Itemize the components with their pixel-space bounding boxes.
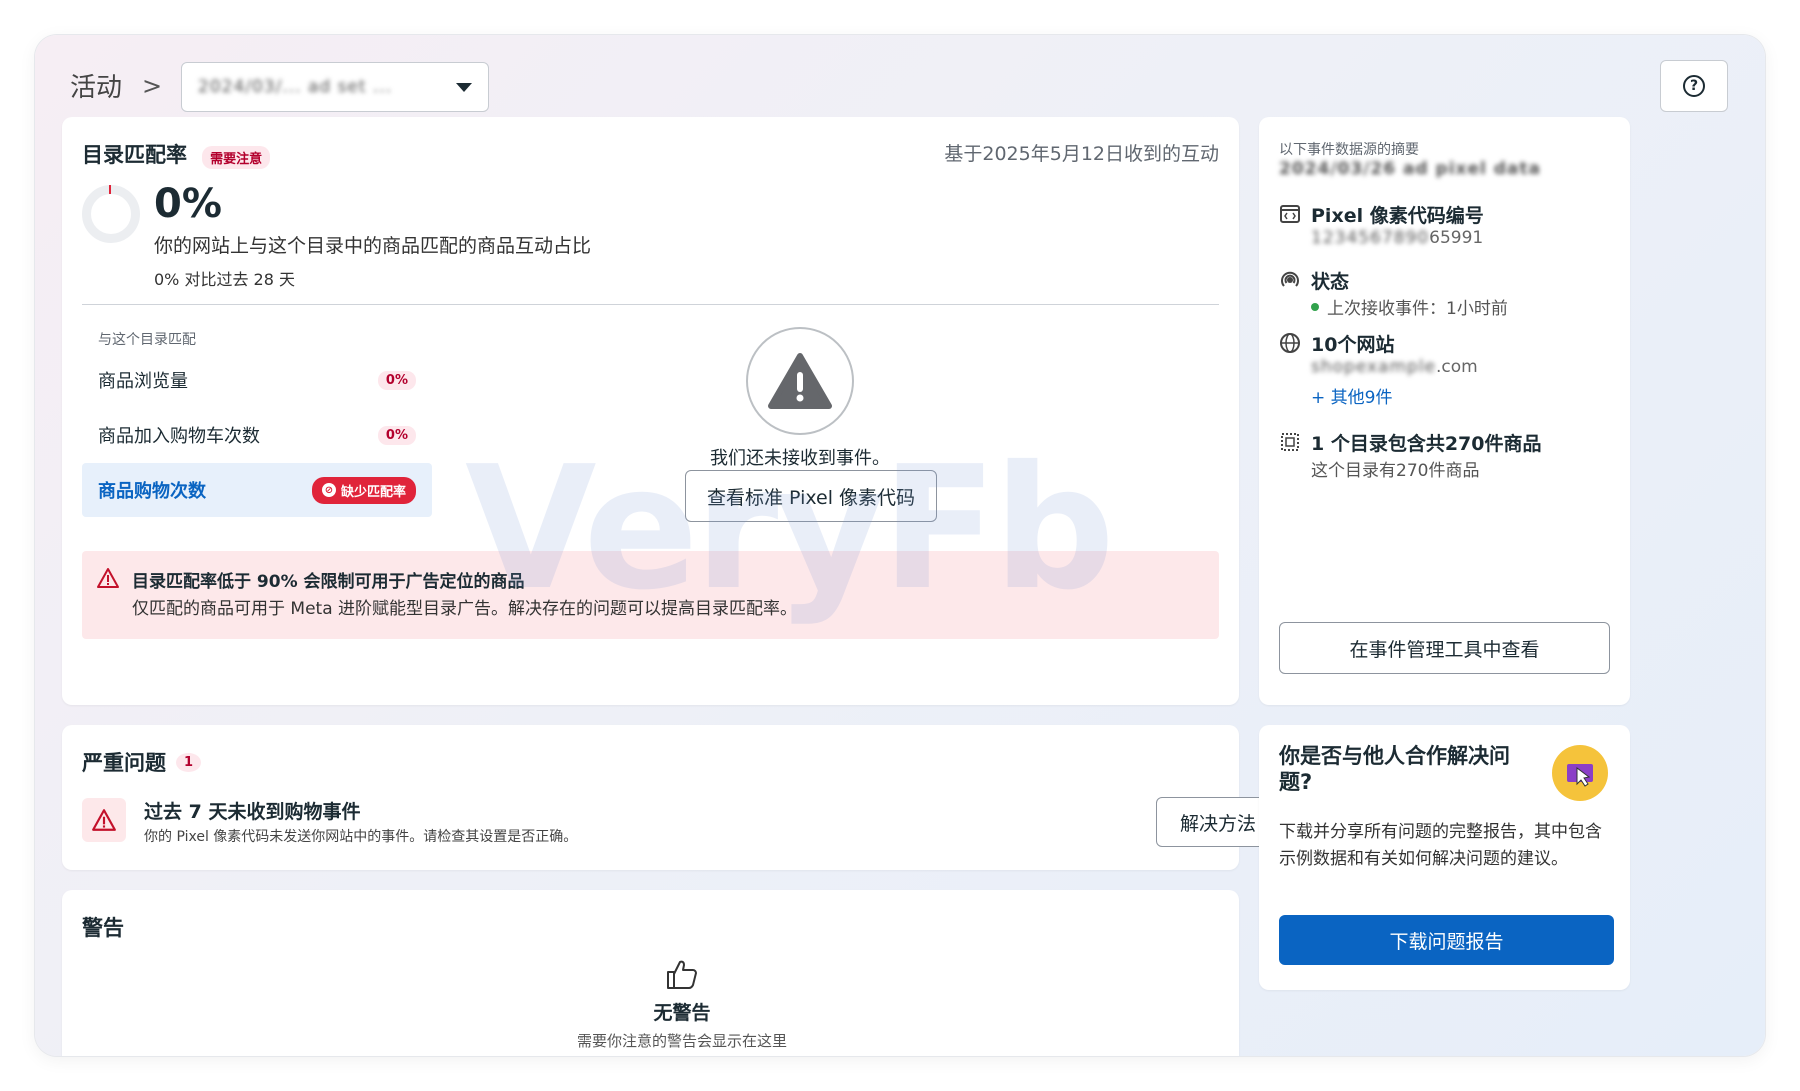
dropdown-value: 2024/03/... ad set ... [198,77,393,97]
issue-icon-box [82,798,126,842]
help-button[interactable]: ? [1660,60,1728,112]
thumbs-up-icon [667,960,697,989]
alert-body: 仅匹配的商品可用于 Meta 进阶赋能型目录广告。解决存在的问题可以提高目录匹配… [132,599,798,619]
caret-down-icon [456,82,472,92]
help-circle-icon: ? [1683,75,1705,97]
download-report-button[interactable]: 下载问题报告 [1279,915,1614,965]
data-source-dropdown[interactable]: 2024/03/... ad set ... [181,62,489,112]
metric-label: 商品加入购物车次数 [98,426,260,447]
pixel-id-title: Pixel 像素代码编号 [1311,205,1484,227]
no-events-text: 我们还未接收到事件。 [710,448,890,469]
signal-icon [1281,271,1299,287]
warning-triangle-icon [768,353,832,409]
warnings-title: 警告 [82,916,124,940]
issues-title-row: 严重问题 1 [82,747,202,777]
metric-badge: 缺少匹配率 [340,484,406,500]
summary-card: 以下事件数据源的摘要 2024/03/26 ad pixel data Pixe… [1259,117,1630,705]
based-on-date: 基于2025年5月12日收到的互动 [944,143,1219,165]
alert-title: 目录匹配率低于 90% 会限制可用于广告定位的商品 [132,572,525,592]
card-title-row: 目录匹配率 需要注意 [82,139,271,169]
match-rate-ring [82,185,140,243]
catalog-grid-icon [1281,433,1299,451]
globe-icon [1280,333,1300,353]
source-name: 2024/03/26 ad pixel data [1279,159,1541,179]
metric-badge: 0% [377,425,416,445]
metric-row-purchases[interactable]: 商品购物次数 ⊘ 缺少匹配率 [82,463,432,517]
events-manager-button[interactable]: 在事件管理工具中查看 [1279,622,1610,674]
collaboration-card: 你是否与他人合作解决问题? 下载并分享所有问题的完整报告，其中包含示例数据和有关… [1259,725,1630,990]
warnings-card: 警告 无警告 需要你注意的警告会显示在这里 [62,890,1239,1056]
metric-label: 商品购物次数 [98,481,206,502]
attention-badge: 需要注意 [202,146,271,169]
critical-issues-card: 严重问题 1 过去 7 天未收到购物事件 你的 Pixel 像素代码未发送你网站… [62,725,1280,870]
status-title: 状态 [1311,271,1350,293]
pixel-id-hidden: 1234567890 [1311,228,1430,248]
missing-match-badge: ⊘ 缺少匹配率 [311,476,416,504]
no-warnings-sub: 需要你注意的警告会显示在这里 [576,1032,787,1050]
issues-title: 严重问题 [82,751,166,775]
catalog-match-card: 目录匹配率 需要注意 基于2025年5月12日收到的互动 0% 你的网站上与这个… [62,117,1239,705]
collaboration-icon [1552,745,1608,801]
issue-title: 过去 7 天未收到购物事件 [144,801,361,823]
page-frame: 活动 > 2024/03/... ad set ... ? 目录匹配率 需要注意… [35,35,1765,1056]
match-rate-description: 你的网站上与这个目录中的商品匹配的商品互动占比 [154,235,592,257]
site-hidden: shopexample [1311,357,1436,377]
metric-row-add-to-cart: 商品加入购物车次数 0% [82,408,432,462]
issue-description: 你的 Pixel 像素代码未发送你网站中的事件。请检查其设置是否正确。 [144,829,578,845]
status-dot [1311,302,1319,311]
metric-badge: 0% [377,370,416,390]
metric-label: 商品浏览量 [98,371,188,392]
breadcrumb-campaigns-link[interactable]: 活动 [70,67,122,104]
collab-body: 下载并分享所有问题的完整报告，其中包含示例数据和有关如何解决问题的建议。 [1279,822,1602,870]
view-pixel-code-button[interactable]: 查看标准 Pixel 像素代码 [685,470,937,522]
pixel-id-visible: 65991 [1429,228,1484,248]
issues-count-badge: 1 [176,752,202,772]
alert-triangle-icon [92,809,116,831]
block-icon: ⊘ [321,483,336,497]
chevron-right-icon: > [142,71,163,100]
more-sites-link[interactable]: + 其他9件 [1311,383,1392,408]
warning-circle [746,327,854,435]
card-title: 目录匹配率 [82,143,187,167]
collab-title: 你是否与他人合作解决问题? [1279,744,1510,795]
catalog-sub: 这个目录有270件商品 [1311,461,1480,481]
site-url: shopexample.com [1311,357,1478,377]
match-rate-value: 0% [154,181,222,227]
sites-title: 10个网站 [1311,334,1395,356]
alert-box: 目录匹配率低于 90% 会限制可用于广告定位的商品 仅匹配的商品可用于 Meta… [82,551,1219,639]
catalog-title: 1 个目录包含共270件商品 [1311,433,1542,455]
site-visible: .com [1436,357,1478,377]
summary-label: 以下事件数据源的摘要 [1279,142,1419,158]
code-icon [1280,205,1300,223]
section-label: 与这个目录匹配 [98,332,196,348]
divider [82,304,1219,305]
no-warnings-title: 无警告 [653,1002,711,1024]
pixel-id-value: 123456789065991 [1311,228,1483,248]
alert-triangle-icon [97,568,119,588]
status-row: 上次接收事件：1小时前 [1311,294,1508,319]
match-rate-compare: 0% 对比过去 28 天 [154,270,296,289]
metric-row-views: 商品浏览量 0% [82,353,432,407]
status-text: 上次接收事件：1小时前 [1327,299,1508,319]
breadcrumb: 活动 > [70,67,162,104]
